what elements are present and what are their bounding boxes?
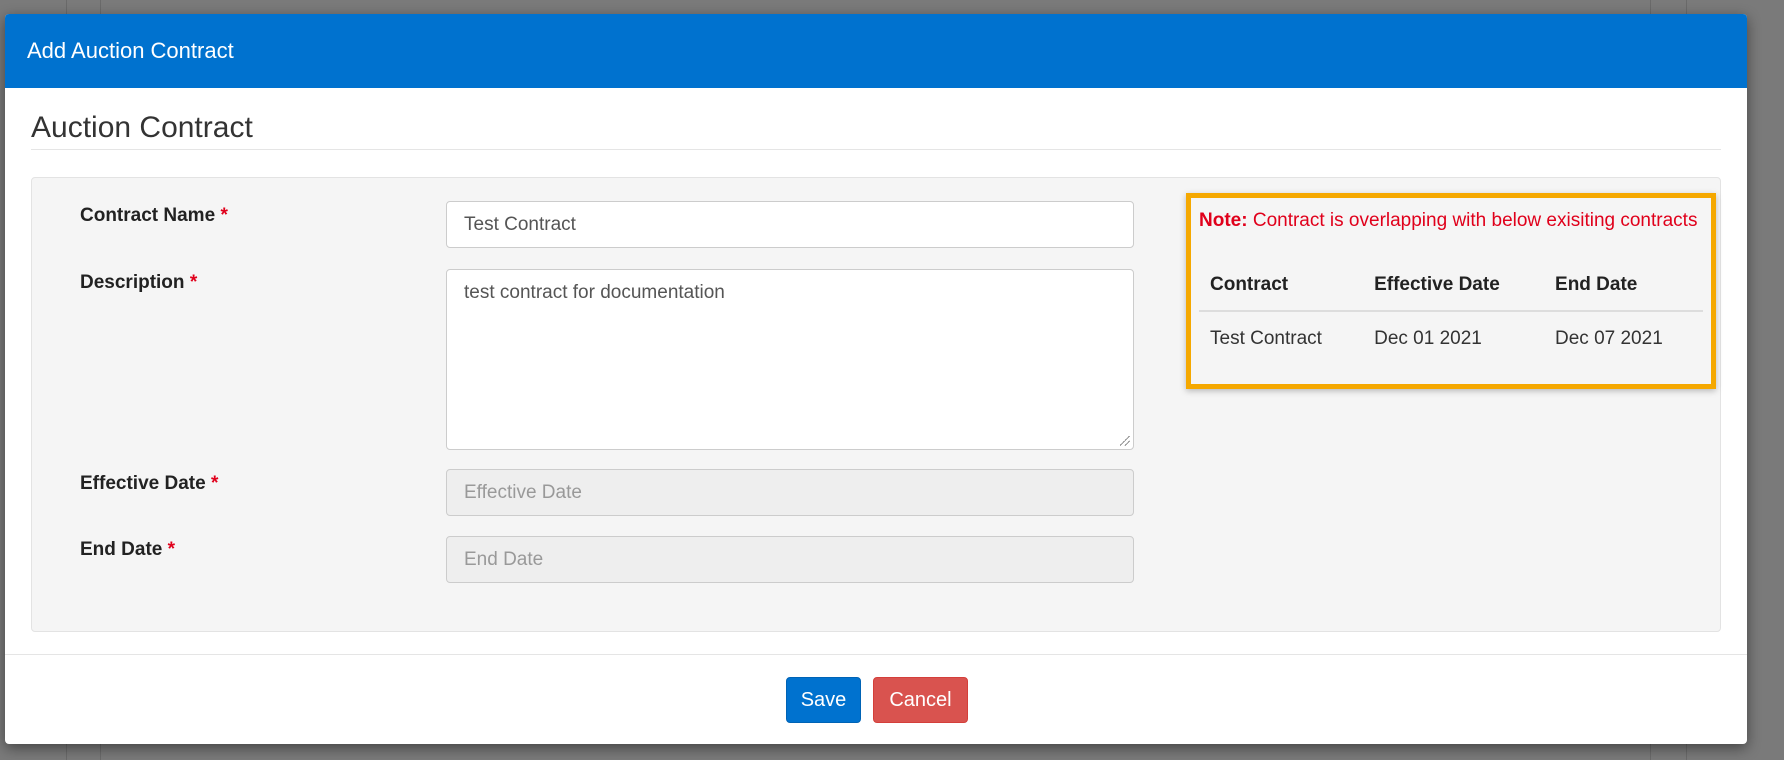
modal-title: Add Auction Contract bbox=[27, 38, 234, 63]
resize-handle-icon[interactable] bbox=[1120, 436, 1130, 446]
required-marker: * bbox=[167, 539, 176, 560]
required-marker: * bbox=[210, 473, 219, 494]
required-marker: * bbox=[220, 205, 228, 226]
effective-date-placeholder: Effective Date bbox=[464, 482, 582, 503]
cell-effective-date: Dec 01 2021 bbox=[1374, 328, 1482, 349]
contract-name-input[interactable] bbox=[446, 201, 1134, 248]
section-title: Auction Contract bbox=[31, 111, 253, 144]
description-value: test contract for documentation bbox=[464, 282, 725, 303]
table-header-row: Contract Effective Date End Date bbox=[1199, 268, 1703, 312]
save-button[interactable]: Save bbox=[786, 677, 861, 723]
cell-contract: Test Contract bbox=[1210, 328, 1322, 349]
end-date-placeholder: End Date bbox=[464, 549, 544, 570]
description-label: Description * bbox=[80, 272, 198, 293]
description-textarea[interactable]: test contract for documentation bbox=[446, 269, 1134, 450]
overlap-note: Note: Contract is overlapping with below… bbox=[1199, 207, 1699, 234]
cell-end-date: Dec 07 2021 bbox=[1555, 328, 1663, 349]
note-prefix: Note: bbox=[1199, 210, 1248, 231]
modal-header: Add Auction Contract bbox=[5, 14, 1747, 88]
column-header-end-date: End Date bbox=[1544, 268, 1703, 312]
note-message: Contract is overlapping with below exisi… bbox=[1252, 210, 1698, 231]
overlap-note-box: Note: Contract is overlapping with below… bbox=[1186, 193, 1716, 389]
table-row: Test Contract Dec 01 2021 Dec 07 2021 bbox=[1199, 311, 1703, 364]
footer-divider bbox=[5, 654, 1747, 655]
contract-form: Contract Name * Description * test contr… bbox=[31, 177, 1721, 632]
required-marker: * bbox=[189, 272, 198, 293]
end-date-field[interactable]: End Date bbox=[446, 536, 1134, 583]
contract-name-label: Contract Name * bbox=[80, 205, 228, 226]
add-contract-modal: Add Auction Contract Auction Contract Co… bbox=[5, 14, 1747, 744]
column-header-effective-date: Effective Date bbox=[1363, 268, 1545, 312]
effective-date-label: Effective Date * bbox=[80, 473, 219, 494]
effective-date-field[interactable]: Effective Date bbox=[446, 469, 1134, 516]
end-date-label: End Date * bbox=[80, 539, 176, 560]
overlap-table: Contract Effective Date End Date Test Co… bbox=[1199, 268, 1703, 364]
cancel-button[interactable]: Cancel bbox=[873, 677, 968, 723]
section-divider bbox=[31, 149, 1721, 150]
column-header-contract: Contract bbox=[1199, 268, 1364, 312]
